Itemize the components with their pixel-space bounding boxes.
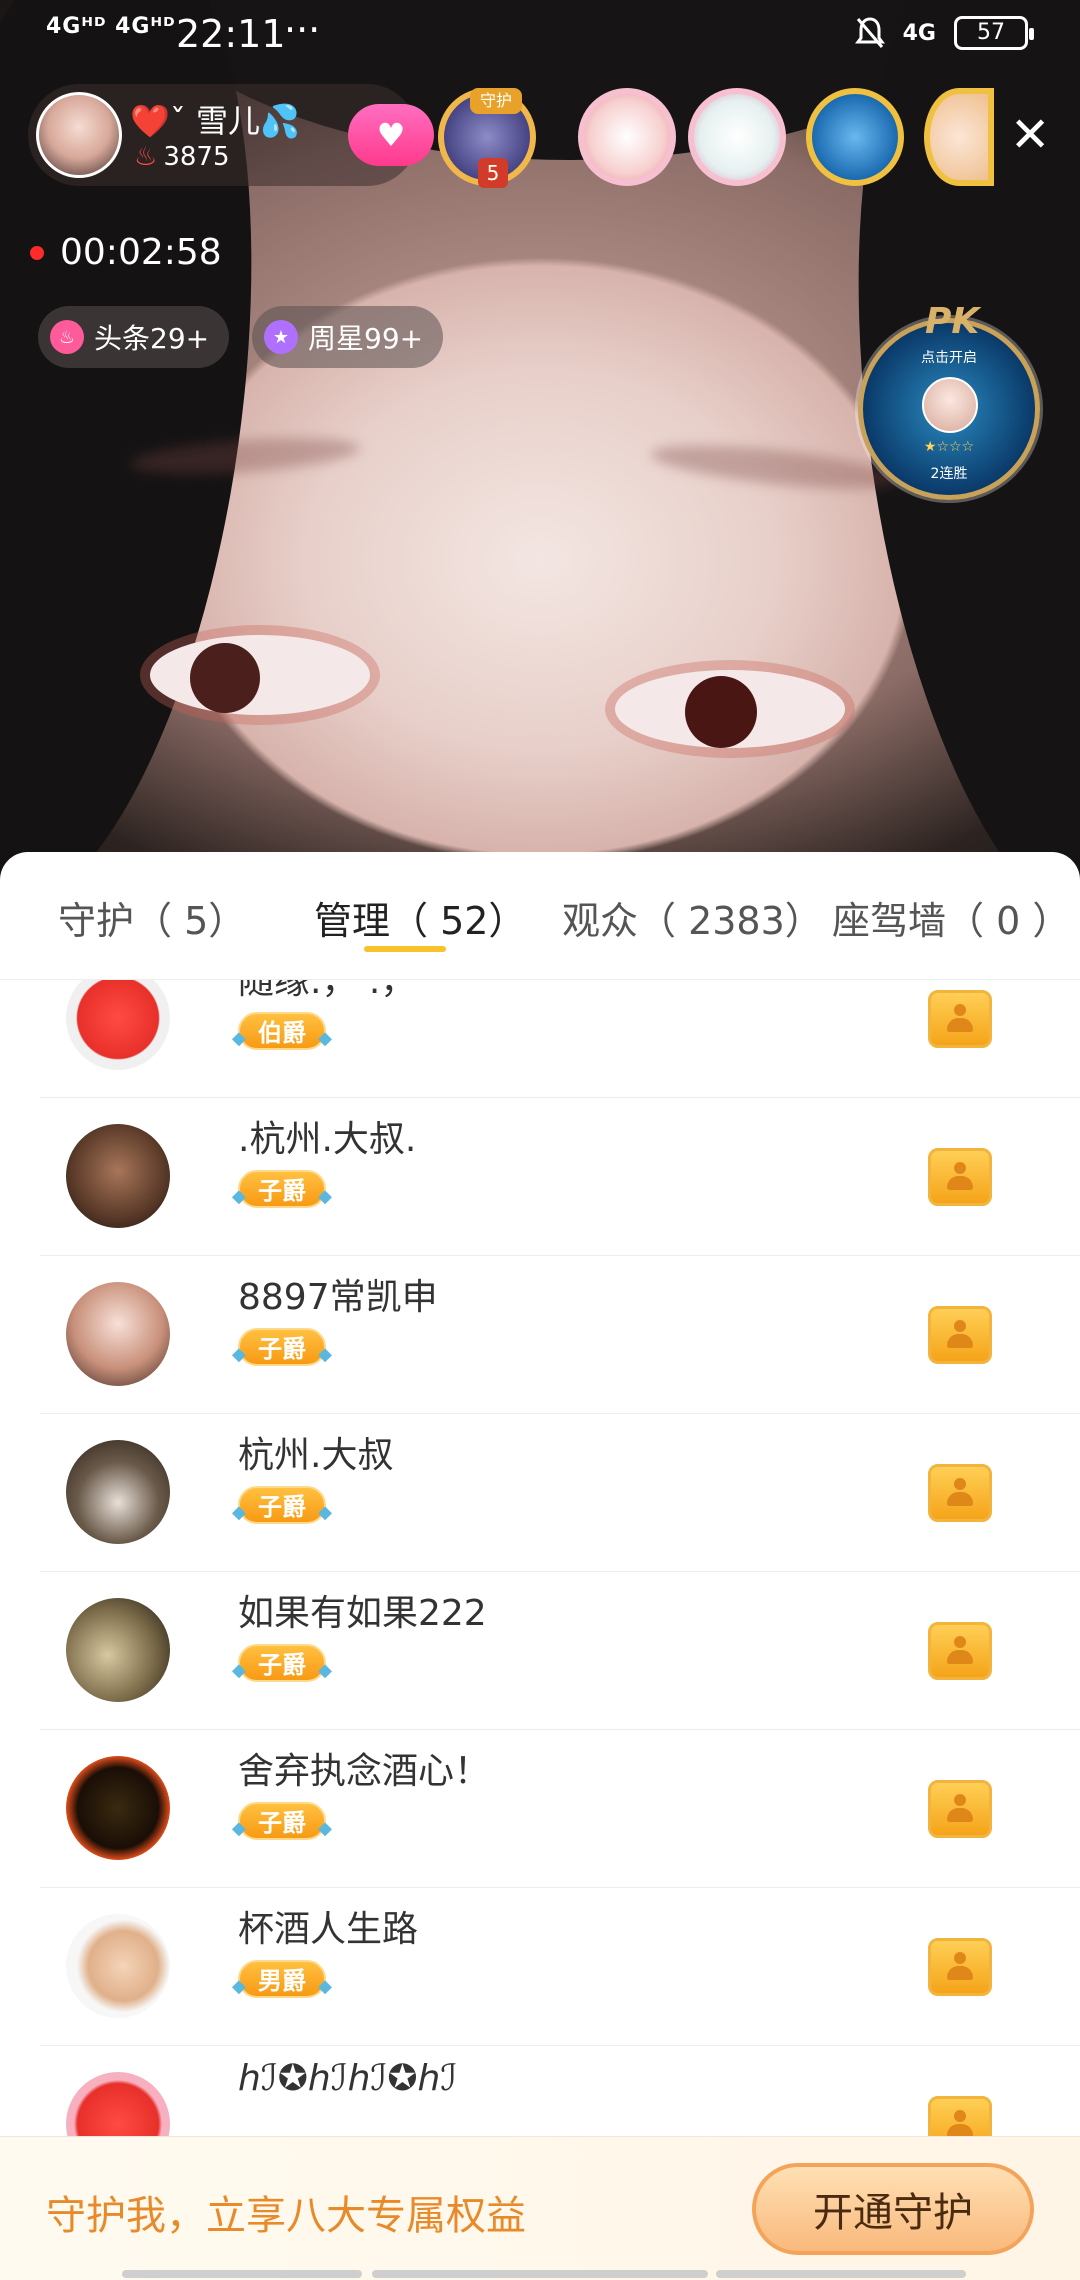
profile-card-button[interactable] — [928, 1938, 992, 1996]
mute-bell-icon — [854, 17, 885, 48]
network-type-label: 4G — [902, 20, 936, 46]
member-name: .杭州.大叔. — [238, 1119, 417, 1160]
live-duration: 00:02:58 — [60, 232, 222, 273]
member-name: 杯酒人生路 — [238, 1909, 419, 1950]
avatar[interactable] — [66, 1282, 170, 1386]
member-name: hℐ✪hℐhℐ✪hℐ — [238, 2058, 458, 2099]
nobility-badge: 子爵 — [232, 1802, 332, 1848]
viewer-list-sheet: 守护（ 5） 管理（ 52） 观众（ 2383） 座驾墙（ 0 ） 随缘.， .… — [0, 852, 1080, 2280]
profile-card-button[interactable] — [928, 1780, 992, 1838]
nobility-badge: 子爵 — [232, 1328, 332, 1374]
pk-logo: PK — [925, 301, 980, 342]
host-name: ❤️ˇ 雪儿💦 — [130, 102, 300, 140]
heart-icon: ♥ — [376, 116, 406, 154]
tab-admin[interactable]: 管理（ 52） — [314, 890, 526, 945]
guard-badge-label: 守护 — [470, 88, 522, 114]
guard-avatar-badge[interactable]: 守护 5 — [438, 88, 536, 188]
guard-badge-count: 5 — [478, 158, 508, 188]
tab-audience[interactable]: 观众（ 2383） — [562, 890, 823, 945]
video-eye-right — [615, 670, 845, 748]
top-viewers-strip: 守护 5 — [438, 80, 998, 190]
profile-card-button[interactable] — [928, 1306, 992, 1364]
member-name: 如果有如果222 — [238, 1593, 487, 1634]
nav-gesture-bar — [122, 2270, 362, 2278]
nobility-badge: 伯爵 — [232, 1012, 332, 1058]
pk-host-avatar — [922, 377, 978, 433]
status-right-group: 4G 57 — [854, 16, 1034, 50]
nobility-badge: 子爵 — [232, 1170, 332, 1216]
flame-badge-icon: ♨ — [50, 320, 84, 354]
pk-streak: 2连胜 — [930, 466, 968, 482]
follow-heart-button[interactable]: ♥ — [348, 104, 434, 166]
host-info-pill[interactable]: ❤️ˇ 雪儿💦 ♨ 3875 ♥ — [28, 84, 434, 186]
pk-stars: ★☆☆☆ — [923, 439, 975, 455]
person-icon — [945, 1794, 975, 1824]
host-heat: ♨ 3875 — [134, 142, 229, 172]
top-viewer-avatar[interactable] — [806, 88, 904, 186]
sheet-tabs: 守护（ 5） 管理（ 52） 观众（ 2383） 座驾墙（ 0 ） — [0, 852, 1080, 980]
member-name: 杭州.大叔 — [238, 1435, 394, 1476]
person-icon — [945, 1478, 975, 1508]
profile-card-button[interactable] — [928, 1148, 992, 1206]
pk-hint: 点击开启 — [921, 350, 977, 366]
profile-card-button[interactable] — [928, 990, 992, 1048]
tab-guard[interactable]: 守护（ 5） — [58, 890, 246, 945]
person-icon — [945, 1636, 975, 1666]
active-tab-indicator — [364, 946, 446, 952]
guard-promo-bar: 守护我，立享八大专属权益 开通守护 — [0, 2136, 1080, 2280]
nobility-badge: 子爵 — [232, 1486, 332, 1532]
person-icon — [945, 1162, 975, 1192]
avatar[interactable] — [66, 980, 170, 1070]
person-icon — [945, 1004, 975, 1034]
top-viewer-avatar[interactable] — [924, 88, 994, 186]
live-timer: 00:02:58 — [30, 232, 222, 273]
battery-icon: 57 — [954, 16, 1034, 50]
person-icon — [945, 1952, 975, 1982]
list-item[interactable]: 杯酒人生路 男爵 — [40, 1888, 1080, 2046]
nav-gesture-bar — [716, 2270, 966, 2278]
list-item[interactable]: .杭州.大叔. 子爵 — [40, 1098, 1080, 1256]
list-item[interactable]: 随缘.， .， 伯爵 — [40, 980, 1080, 1098]
weekly-star-label: 周星99+ — [308, 322, 424, 355]
avatar[interactable] — [66, 1756, 170, 1860]
more-notifications-icon: ··· — [284, 8, 321, 52]
close-icon[interactable]: ✕ — [1010, 110, 1050, 160]
profile-card-button[interactable] — [928, 1464, 992, 1522]
top-viewer-avatar[interactable] — [578, 88, 676, 186]
avatar[interactable] — [66, 1598, 170, 1702]
member-list[interactable]: 随缘.， .， 伯爵 .杭州.大叔. 子爵 8897常凯申 子爵 杭州.大叔 子… — [0, 980, 1080, 2280]
nobility-badge: 子爵 — [232, 1644, 332, 1690]
host-heat-value: 3875 — [163, 142, 230, 172]
nav-gesture-bar — [372, 2270, 708, 2278]
person-icon — [945, 1320, 975, 1350]
promo-text: 守护我，立享八大专属权益 — [46, 2193, 526, 2239]
recording-dot-icon — [30, 245, 44, 260]
host-avatar[interactable] — [36, 92, 122, 178]
profile-card-button[interactable] — [928, 1622, 992, 1680]
signal-strength-icon: 4Gᴴᴰ 4Gᴴᴰ — [46, 14, 176, 39]
tab-car-wall[interactable]: 座驾墙（ 0 ） — [832, 890, 1070, 945]
nobility-badge: 男爵 — [232, 1960, 332, 2006]
status-bar: 4Gᴴᴰ 4Gᴴᴰ 22:11 ··· 4G 57 — [0, 0, 1080, 70]
list-item[interactable]: 如果有如果222 子爵 — [40, 1572, 1080, 1730]
avatar[interactable] — [66, 1440, 170, 1544]
avatar[interactable] — [66, 1124, 170, 1228]
headline-rank-pill[interactable]: ♨ 头条29+ — [38, 306, 230, 368]
member-name: 随缘.， .， — [238, 980, 417, 1002]
clock-time: 22:11 — [176, 12, 286, 56]
avatar[interactable] — [66, 1914, 170, 2018]
top-viewer-avatar[interactable] — [688, 88, 786, 186]
flame-icon: ♨ — [134, 142, 158, 172]
member-name: 8897常凯申 — [238, 1277, 438, 1318]
list-item[interactable]: 舍弃执念酒心！ 子爵 — [40, 1730, 1080, 1888]
video-eye-left — [150, 635, 370, 715]
pk-battle-button[interactable]: PK 点击开启 ★☆☆☆ 2连胜 — [858, 301, 1040, 500]
member-name: 舍弃执念酒心！ — [238, 1751, 491, 1792]
weekly-star-pill[interactable]: ★ 周星99+ — [252, 306, 444, 368]
list-item[interactable]: 杭州.大叔 子爵 — [40, 1414, 1080, 1572]
star-badge-icon: ★ — [264, 320, 298, 354]
headline-rank-label: 头条29+ — [94, 322, 210, 355]
open-guard-button[interactable]: 开通守护 — [752, 2163, 1034, 2255]
list-item[interactable]: 8897常凯申 子爵 — [40, 1256, 1080, 1414]
